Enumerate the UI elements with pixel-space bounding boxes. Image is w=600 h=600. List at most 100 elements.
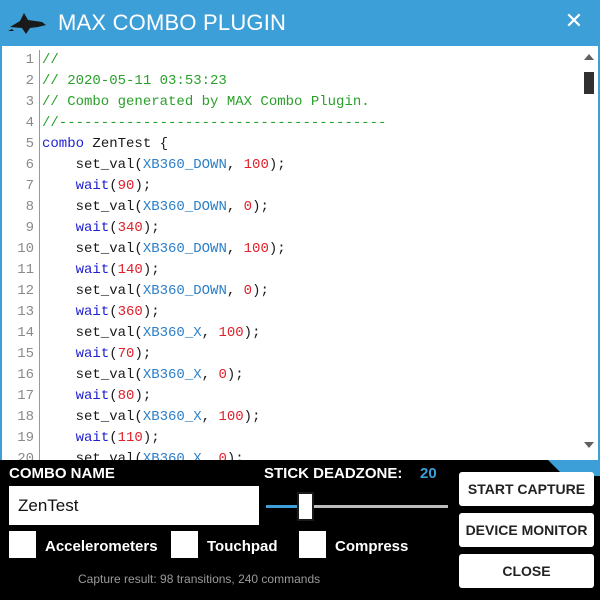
code-token: wait <box>75 388 110 404</box>
code-token: ); <box>226 451 244 460</box>
line-source: wait(90); <box>42 176 152 197</box>
line-number: 10 <box>17 241 34 257</box>
code-token: set_val( <box>42 325 143 341</box>
line-number: 11 <box>17 262 34 278</box>
code-line[interactable]: 17 wait(80); <box>2 386 580 407</box>
line-number: 7 <box>25 178 34 194</box>
line-number: 12 <box>17 283 34 299</box>
line-number: 5 <box>25 136 34 152</box>
code-line[interactable]: 12 set_val(XB360_DOWN, 0); <box>2 281 580 302</box>
code-token: 80 <box>117 388 135 404</box>
code-token: set_val( <box>42 367 143 383</box>
combo-name-label: COMBO NAME <box>9 465 115 482</box>
device-monitor-button[interactable]: DEVICE MONITOR <box>459 513 594 547</box>
code-line[interactable]: 14 set_val(XB360_X, 100); <box>2 323 580 344</box>
code-line[interactable]: 8 set_val(XB360_DOWN, 0); <box>2 197 580 218</box>
line-number: 15 <box>17 346 34 362</box>
code-line[interactable]: 10 set_val(XB360_DOWN, 100); <box>2 239 580 260</box>
code-token: XB360_DOWN <box>142 283 227 299</box>
line-source: // <box>42 50 59 71</box>
code-token: ); <box>142 220 160 236</box>
line-number: 3 <box>25 94 34 110</box>
code-lines[interactable]: 1 // 2 // 2020-05-11 03:53:23 3 // Combo gene… <box>2 50 580 460</box>
code-token: set_val( <box>42 241 143 257</box>
code-line[interactable]: 2 // 2020-05-11 03:53:23 <box>2 71 580 92</box>
code-editor[interactable]: 1 // 2 // 2020-05-11 03:53:23 3 // Combo gene… <box>2 46 598 460</box>
capture-result-text: Capture result: 98 transitions, 240 comm… <box>78 572 321 586</box>
code-line[interactable]: 18 set_val(XB360_X, 100); <box>2 407 580 428</box>
code-token: 360 <box>117 304 143 320</box>
line-source: set_val(XB360_X, 0); <box>42 449 244 460</box>
stick-deadzone-label: STICK DEADZONE: <box>264 465 403 482</box>
code-token: ( <box>109 178 118 194</box>
vertical-scrollbar[interactable] <box>580 46 598 460</box>
line-number: 18 <box>17 409 34 425</box>
scroll-up-icon[interactable] <box>584 54 594 60</box>
code-token: set_val( <box>42 157 143 173</box>
code-line[interactable]: 1 // <box>2 50 580 71</box>
code-token: 100 <box>243 241 269 257</box>
code-token: ( <box>109 262 118 278</box>
compress-checkbox[interactable] <box>299 531 326 558</box>
code-token: ); <box>243 325 261 341</box>
line-source: set_val(XB360_X, 100); <box>42 323 261 344</box>
code-token: set_val( <box>42 409 143 425</box>
line-source: wait(340); <box>42 218 160 239</box>
line-source: set_val(XB360_DOWN, 100); <box>42 239 286 260</box>
line-number: 8 <box>25 199 34 215</box>
title-bar[interactable]: MAX COMBO PLUGIN ✕ <box>0 0 600 46</box>
line-number: 17 <box>17 388 34 404</box>
code-line[interactable]: 19 wait(110); <box>2 428 580 449</box>
accelerometers-checkbox[interactable] <box>9 531 36 558</box>
scrollbar-thumb[interactable] <box>584 72 594 94</box>
code-token: , <box>226 199 244 215</box>
code-token: ); <box>134 346 152 362</box>
line-source: // 2020-05-11 03:53:23 <box>42 71 227 92</box>
code-token: 90 <box>117 178 135 194</box>
code-token: set_val( <box>42 283 143 299</box>
code-line[interactable]: 16 set_val(XB360_X, 0); <box>2 365 580 386</box>
code-line[interactable]: 5 combo ZenTest { <box>2 134 580 155</box>
code-token: XB360_X <box>142 451 202 460</box>
line-number: 9 <box>25 220 34 236</box>
close-button[interactable]: CLOSE <box>459 554 594 588</box>
deadzone-slider-track[interactable] <box>302 505 448 508</box>
touchpad-checkbox[interactable] <box>171 531 198 558</box>
code-token: 0 <box>243 283 253 299</box>
code-line[interactable]: 9 wait(340); <box>2 218 580 239</box>
code-line[interactable]: 7 wait(90); <box>2 176 580 197</box>
code-token: , <box>226 283 244 299</box>
code-token: ); <box>226 367 244 383</box>
line-number: 4 <box>25 115 34 131</box>
line-source: set_val(XB360_X, 0); <box>42 365 244 386</box>
code-line[interactable]: 3 // Combo generated by MAX Combo Plugin. <box>2 92 580 113</box>
deadzone-slider-thumb[interactable] <box>297 492 314 521</box>
code-token: ); <box>252 283 269 299</box>
code-line[interactable]: 6 set_val(XB360_DOWN, 100); <box>2 155 580 176</box>
code-token: ); <box>134 178 152 194</box>
line-number: 20 <box>17 451 34 460</box>
code-line[interactable]: 13 wait(360); <box>2 302 580 323</box>
code-line[interactable]: 15 wait(70); <box>2 344 580 365</box>
code-line[interactable]: 20 set_val(XB360_X, 0); <box>2 449 580 460</box>
code-token: ); <box>142 304 160 320</box>
touchpad-label: Touchpad <box>207 538 278 555</box>
stick-deadzone-value: 20 <box>420 465 437 482</box>
scroll-down-icon[interactable] <box>584 442 594 448</box>
code-line[interactable]: 11 wait(140); <box>2 260 580 281</box>
code-token: wait <box>75 430 110 446</box>
code-token: XB360_DOWN <box>142 241 227 257</box>
code-token: XB360_X <box>142 409 202 425</box>
code-token: ( <box>109 388 118 404</box>
line-number: 19 <box>17 430 34 446</box>
window-title: MAX COMBO PLUGIN <box>58 10 287 35</box>
start-capture-button[interactable]: START CAPTURE <box>459 472 594 506</box>
compress-label: Compress <box>335 538 409 555</box>
combo-name-input[interactable] <box>9 486 259 525</box>
code-line[interactable]: 4 //-------------------------------------… <box>2 113 580 134</box>
code-token: 100 <box>218 325 244 341</box>
close-window-button[interactable]: ✕ <box>562 9 586 33</box>
code-token: 0 <box>243 199 253 215</box>
